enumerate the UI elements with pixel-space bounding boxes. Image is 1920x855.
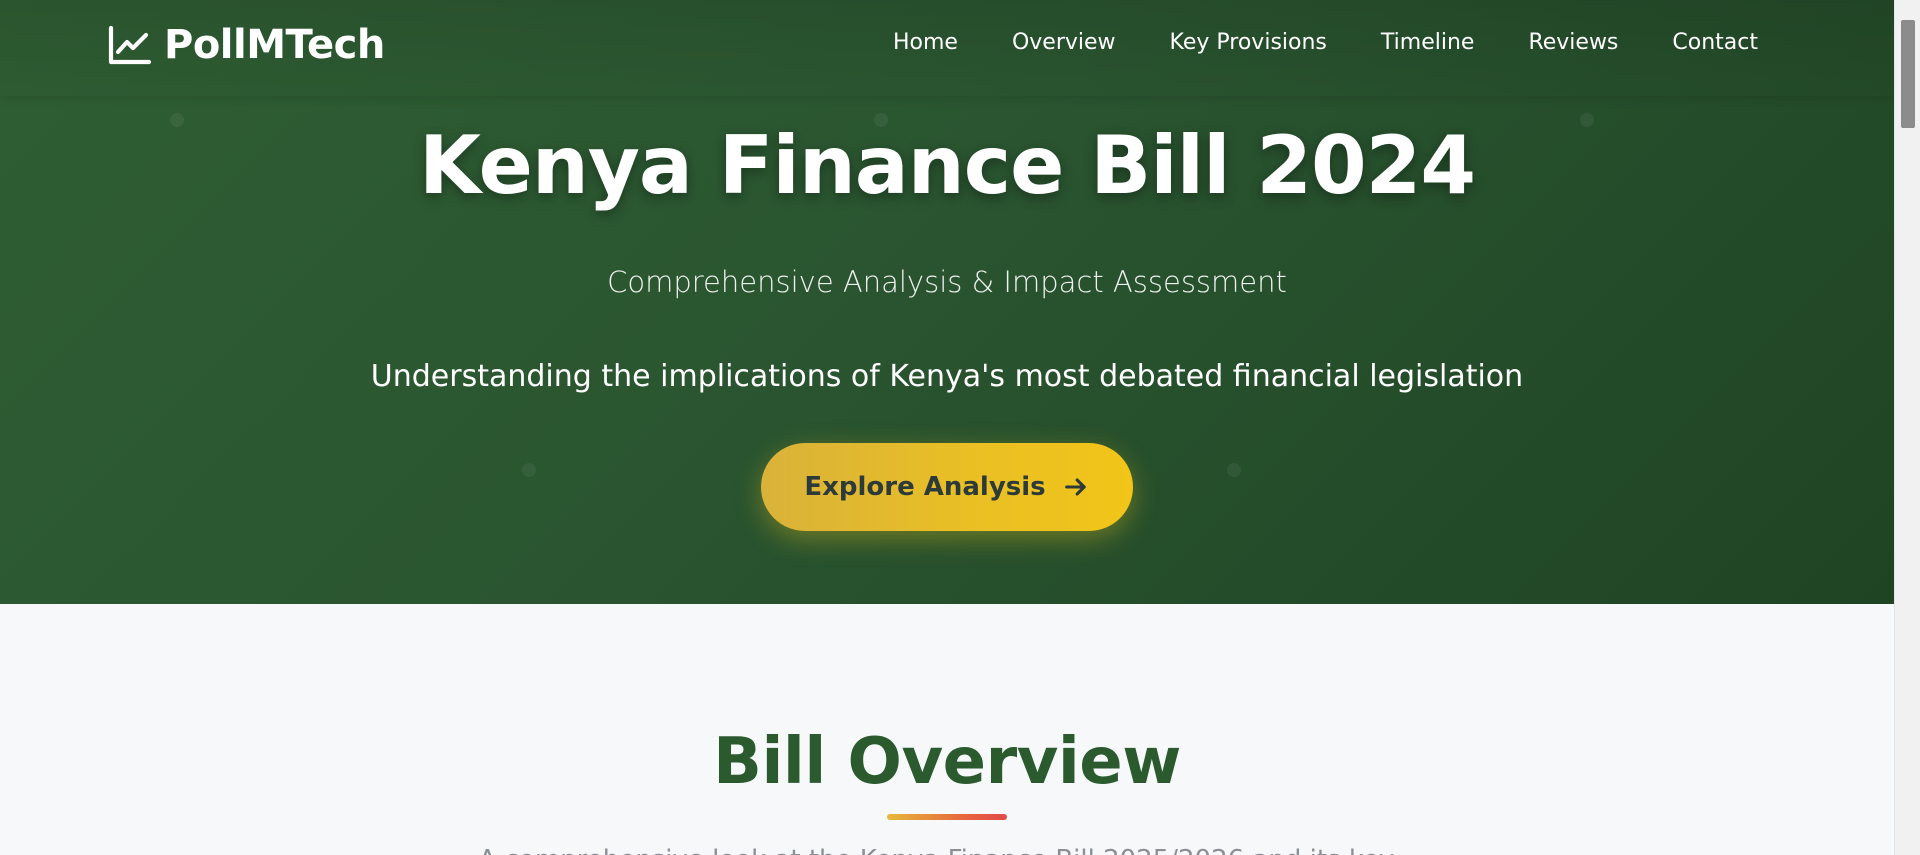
nav-item-key-provisions: Key Provisions [1170,26,1327,60]
browser-viewport: Kenya Finance Bill 2024 Comprehensive An… [0,0,1920,855]
nav-item-home: Home [893,26,958,60]
arrow-right-icon [1064,478,1086,496]
nav-item-reviews: Reviews [1528,26,1618,60]
nav-link-home[interactable]: Home [893,30,958,55]
page-scrollbar[interactable] [1894,0,1920,855]
brand-name: PollMTech [164,22,385,68]
nav-link-key-provisions[interactable]: Key Provisions [1170,30,1327,55]
top-navbar: PollMTech Home Overview Key Provisions T… [0,0,1894,96]
nav-link-contact[interactable]: Contact [1672,30,1758,55]
scrollbar-thumb[interactable] [1901,20,1915,128]
line-chart-icon [108,25,152,65]
hero-subtitle: Comprehensive Analysis & Impact Assessme… [607,265,1287,299]
overview-intro-text: A comprehensive look at the Kenya Financ… [0,840,1894,855]
nav-item-overview: Overview [1012,26,1116,60]
explore-analysis-label: Explore Analysis [804,472,1046,502]
title-underline [887,814,1007,820]
page: Kenya Finance Bill 2024 Comprehensive An… [0,0,1894,855]
nav-links: Home Overview Key Provisions Timeline Re… [893,26,1758,60]
nav-link-overview[interactable]: Overview [1012,30,1116,55]
hero-title: Kenya Finance Bill 2024 [418,119,1476,212]
nav-link-reviews[interactable]: Reviews [1528,30,1618,55]
hero-description: Understanding the implications of Kenya'… [370,359,1524,394]
overview-title: Bill Overview [713,725,1181,799]
nav-item-contact: Contact [1672,26,1758,60]
nav-item-timeline: Timeline [1381,26,1475,60]
explore-analysis-button[interactable]: Explore Analysis [761,443,1133,531]
nav-link-timeline[interactable]: Timeline [1381,30,1475,55]
overview-section: Bill Overview A comprehensive look at th… [0,604,1894,855]
brand-logo-link[interactable]: PollMTech [108,20,385,70]
